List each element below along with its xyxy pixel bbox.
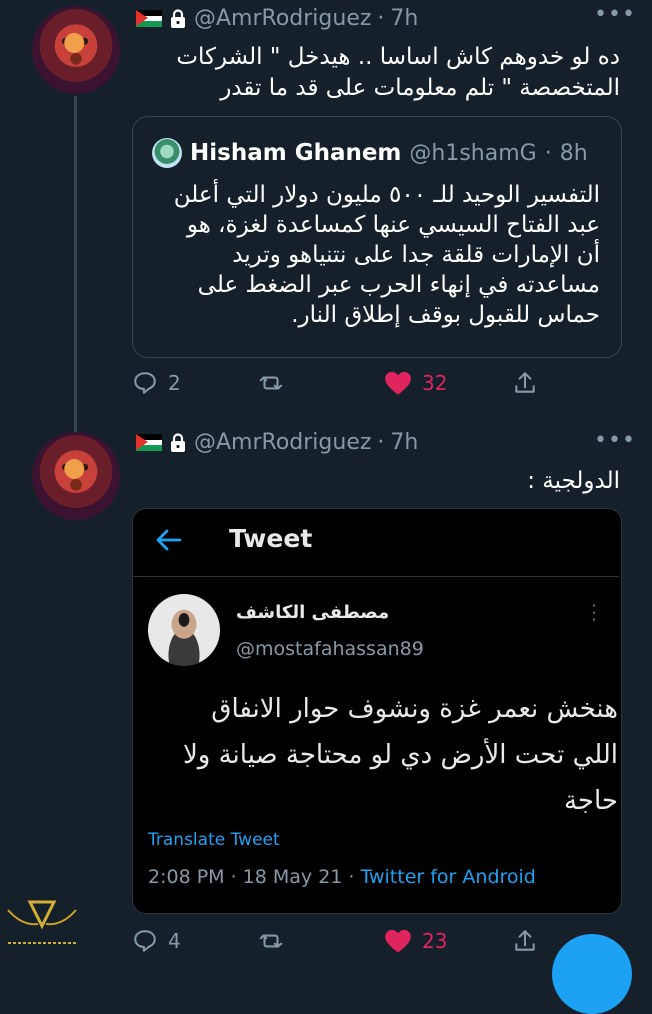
more-icon[interactable]: ••• [594,2,636,27]
dot-separator: · [377,430,385,455]
more-icon[interactable]: ••• [594,428,636,453]
tweet-text: الدولجية : [527,468,620,494]
divider [133,576,619,577]
like-count: 32 [422,371,448,395]
tweet-actions: 4 23 [132,928,552,958]
tweet-text-line: ده لو خدوهم كاش اساسا .. هيدخل " الشركات [176,44,620,70]
quoted-text: التفسير الوحيد للـ ٥٠٠ مليون دولار التي … [150,180,600,330]
lock-icon [171,432,185,452]
screenshot-name: مصطفى الكاشف [236,602,390,623]
lock-icon [171,8,185,28]
quoted-tweet-header: Hisham Ghanem @h1shamG · 8h [152,138,588,168]
tweet-time[interactable]: 7h [390,6,418,31]
back-arrow-icon [156,529,182,551]
reply-icon [134,930,156,952]
tweet-actions: 2 32 [132,370,552,400]
quoted-name: Hisham Ghanem [190,140,402,166]
watermark-logo [6,900,78,950]
screenshot-avatar [148,594,220,666]
tweet-text-line: المتخصصة " تلم معلومات على قد ما تقدر [220,75,620,101]
like-button[interactable]: 32 [384,370,447,396]
screenshot-text-line: هنخش نعمر غزة ونشوف حوار الانفاق [211,694,618,724]
screenshot-text-line: اللي تحت الأرض دي لو محتاجة صيانة ولا [182,740,618,770]
heart-icon [385,371,411,395]
retweet-button[interactable] [258,370,284,396]
share-icon [515,372,535,393]
quoted-text-line: أن الإمارات قلقة جدا على نتنياهو وتريد [232,242,600,268]
heart-icon [385,929,411,953]
quoted-text-line: حماس للقبول بوقف إطلاق النار. [291,302,600,328]
tweet-text: ده لو خدوهم كاش اساسا .. هيدخل " الشركات… [136,42,620,104]
tweet-meta: 2:08 PM · 18 May 21 · Twitter for Androi… [148,866,536,888]
avatar[interactable] [32,432,120,520]
tweet-header: @AmrRodriguez · 7h [136,430,418,455]
tweet-header: @AmrRodriguez · 7h [136,6,418,31]
reply-count: 4 [168,929,181,953]
tweet-timestamp: 2:08 PM · 18 May 21 · [148,866,361,888]
quoted-text-line: التفسير الوحيد للـ ٥٠٠ مليون دولار التي … [173,182,600,208]
share-button[interactable] [512,928,538,954]
screenshot-text-line: حاجة [563,786,618,816]
like-count: 23 [422,929,448,953]
screenshot-text: هنخش نعمر غزة ونشوف حوار الانفاق اللي تح… [148,686,618,824]
tweet-handle[interactable]: @AmrRodriguez [194,6,371,31]
more-vertical-icon: · · · [591,597,597,629]
quoted-avatar [152,138,182,168]
palestine-flag-icon [136,10,162,27]
reply-icon [134,372,156,394]
thread-line [74,96,77,434]
quoted-time: 8h [559,140,588,166]
palestine-flag-icon [136,434,162,451]
retweet-icon [259,376,283,390]
retweet-icon [259,934,283,948]
compose-button[interactable] [552,934,632,1014]
share-button[interactable] [512,370,538,396]
like-button[interactable]: 23 [384,928,447,954]
reply-button[interactable]: 2 [132,370,181,396]
tweet-source: Twitter for Android [360,866,536,888]
avatar[interactable] [32,6,120,94]
screenshot-title: Tweet [229,524,313,553]
share-icon [515,930,535,951]
reply-button[interactable]: 4 [132,928,181,954]
translate-link: Translate Tweet [148,830,280,850]
reply-count: 2 [168,371,181,395]
dot-separator: · [544,140,552,166]
quoted-handle: @h1shamG [409,140,537,166]
quoted-text-line: مساعدته في إنهاء الحرب عبر الضغط على [197,272,600,298]
screenshot-handle: @mostafahassan89 [236,638,424,660]
retweet-button[interactable] [258,928,284,954]
tweet-handle[interactable]: @AmrRodriguez [194,430,371,455]
quoted-text-line: عبد الفتاح السيسي عنها كمساعدة لغزة، هو [186,212,600,238]
dot-separator: · [377,6,385,31]
tweet-time[interactable]: 7h [390,430,418,455]
